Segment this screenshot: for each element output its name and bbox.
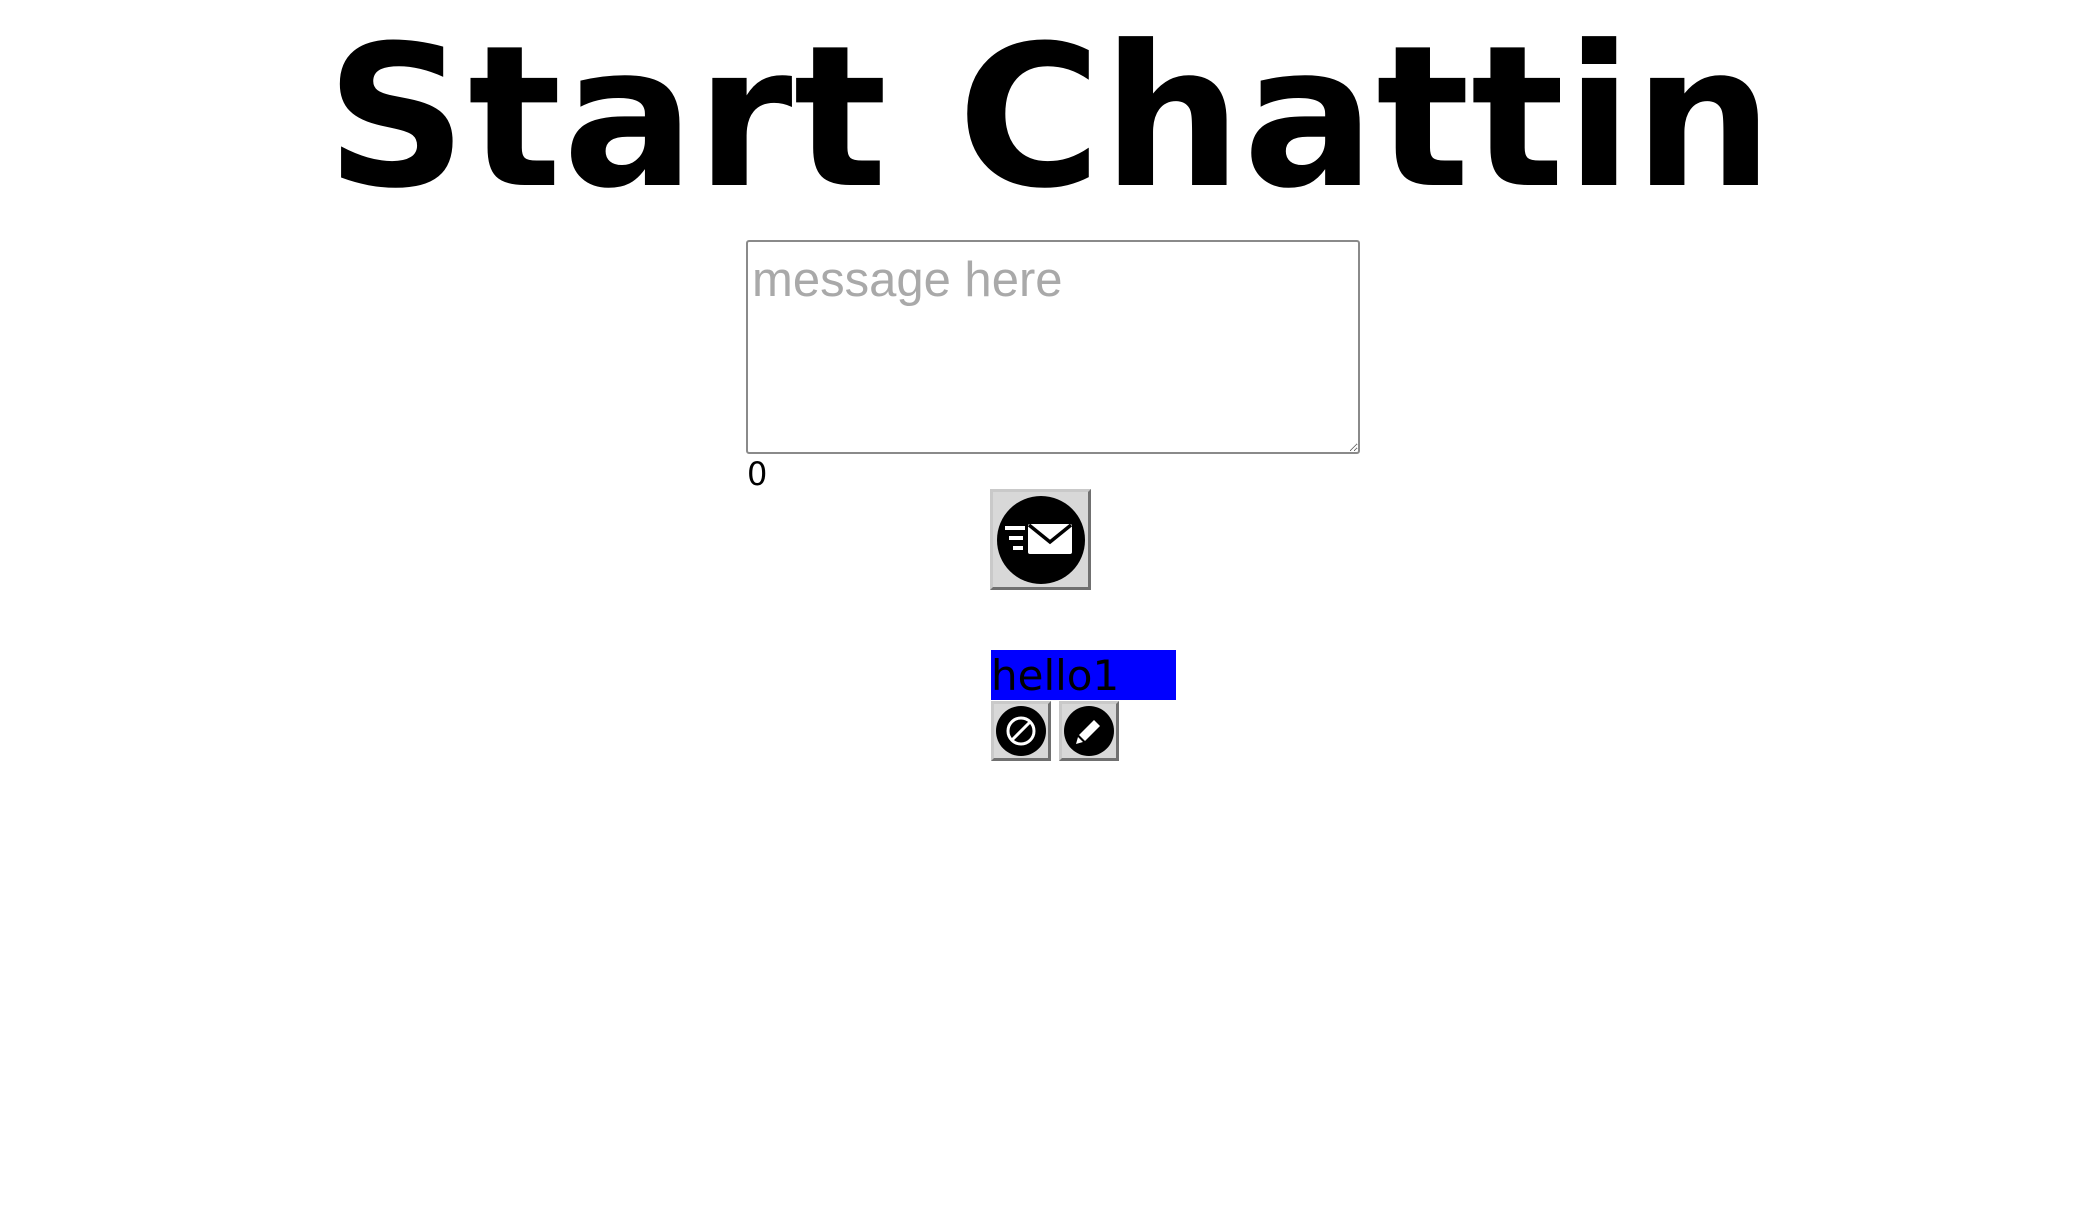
pencil-edit-icon	[1063, 705, 1115, 757]
chat-page: Start Chattin 0 hello1	[0, 0, 2100, 1212]
character-count: 0	[747, 455, 768, 493]
send-mail-icon	[995, 494, 1087, 586]
list-item: hello1	[991, 650, 1176, 761]
message-text: hello1	[991, 650, 1176, 700]
send-button[interactable]	[990, 489, 1091, 590]
message-input[interactable]	[746, 240, 1360, 454]
edit-message-button[interactable]	[1059, 701, 1119, 761]
cancel-icon	[995, 705, 1047, 757]
delete-message-button[interactable]	[991, 701, 1051, 761]
composer	[746, 240, 1360, 454]
message-actions	[991, 701, 1119, 761]
page-title: Start Chattin	[325, 4, 1775, 232]
